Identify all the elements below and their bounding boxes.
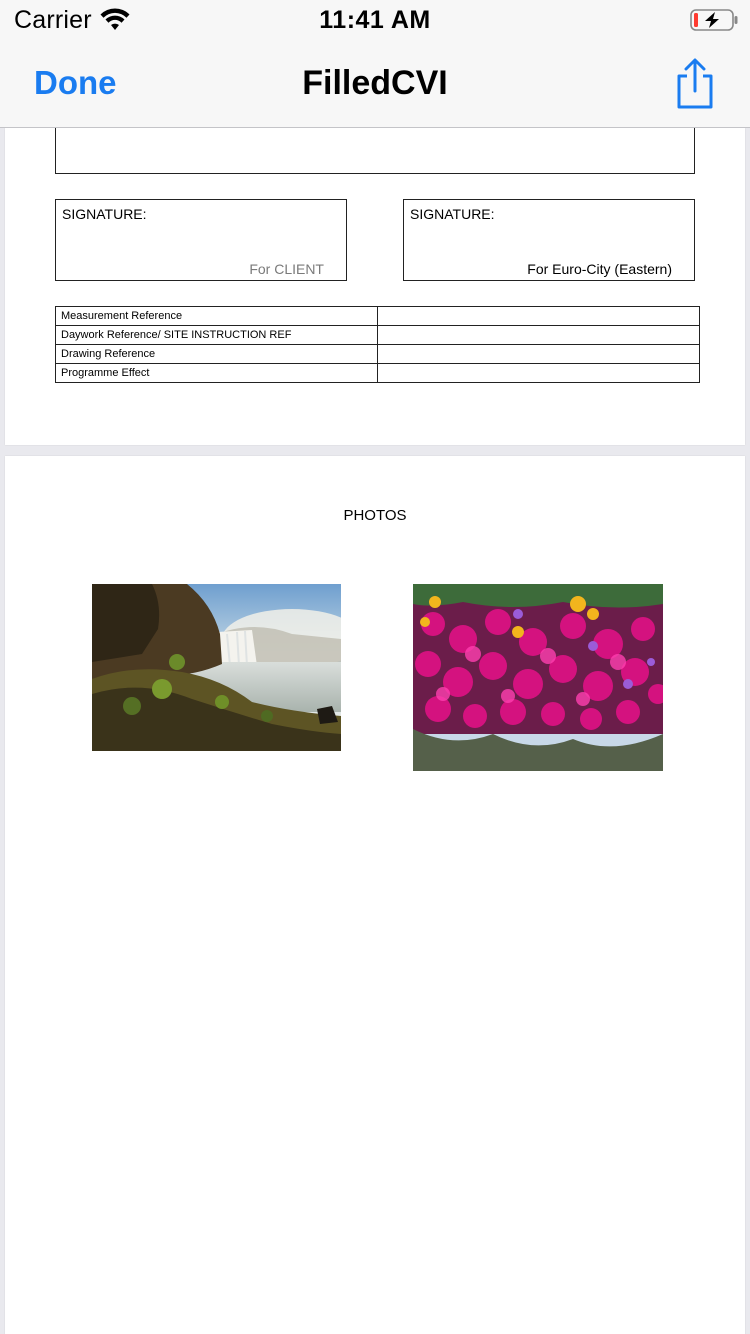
flowers-photo xyxy=(413,584,663,771)
reference-table: Measurement Reference Daywork Reference/… xyxy=(55,306,700,383)
comments-box xyxy=(55,128,695,174)
waterfall-photo xyxy=(92,584,341,751)
reference-label: Drawing Reference xyxy=(55,344,378,364)
document-page-2: PHOTOS xyxy=(5,456,745,1334)
signature-box-client: SIGNATURE: For CLIENT xyxy=(55,199,347,281)
pdf-viewer[interactable]: SIGNATURE: For CLIENT SIGNATURE: For Eur… xyxy=(0,128,750,1334)
share-icon[interactable] xyxy=(672,58,718,110)
signature-label: SIGNATURE: xyxy=(410,206,495,222)
signature-label: SIGNATURE: xyxy=(62,206,147,222)
reference-label: Programme Effect xyxy=(55,363,378,383)
nav-title: FilledCVI xyxy=(302,64,448,102)
status-bar: Carrier 11:41 AM xyxy=(0,0,750,40)
battery-icon xyxy=(690,9,738,31)
document-page-1: SIGNATURE: For CLIENT SIGNATURE: For Eur… xyxy=(5,128,745,445)
signature-box-euro-city: SIGNATURE: For Euro-City (Eastern) xyxy=(403,199,695,281)
reference-value xyxy=(377,306,700,326)
photos-heading: PHOTOS xyxy=(343,507,407,524)
table-row: Programme Effect xyxy=(55,363,700,383)
signature-for-euro-city: For Euro-City (Eastern) xyxy=(527,261,672,277)
reference-value xyxy=(377,344,700,364)
navigation-bar: Done FilledCVI xyxy=(0,40,750,128)
reference-label: Daywork Reference/ SITE INSTRUCTION REF xyxy=(55,325,378,345)
reference-value xyxy=(377,325,700,345)
reference-label: Measurement Reference xyxy=(55,306,378,326)
table-row: Drawing Reference xyxy=(55,344,700,364)
table-row: Daywork Reference/ SITE INSTRUCTION REF xyxy=(55,325,700,345)
reference-value xyxy=(377,363,700,383)
signature-for-client: For CLIENT xyxy=(249,261,324,277)
table-row: Measurement Reference xyxy=(55,306,700,326)
clock: 11:41 AM xyxy=(319,6,431,34)
